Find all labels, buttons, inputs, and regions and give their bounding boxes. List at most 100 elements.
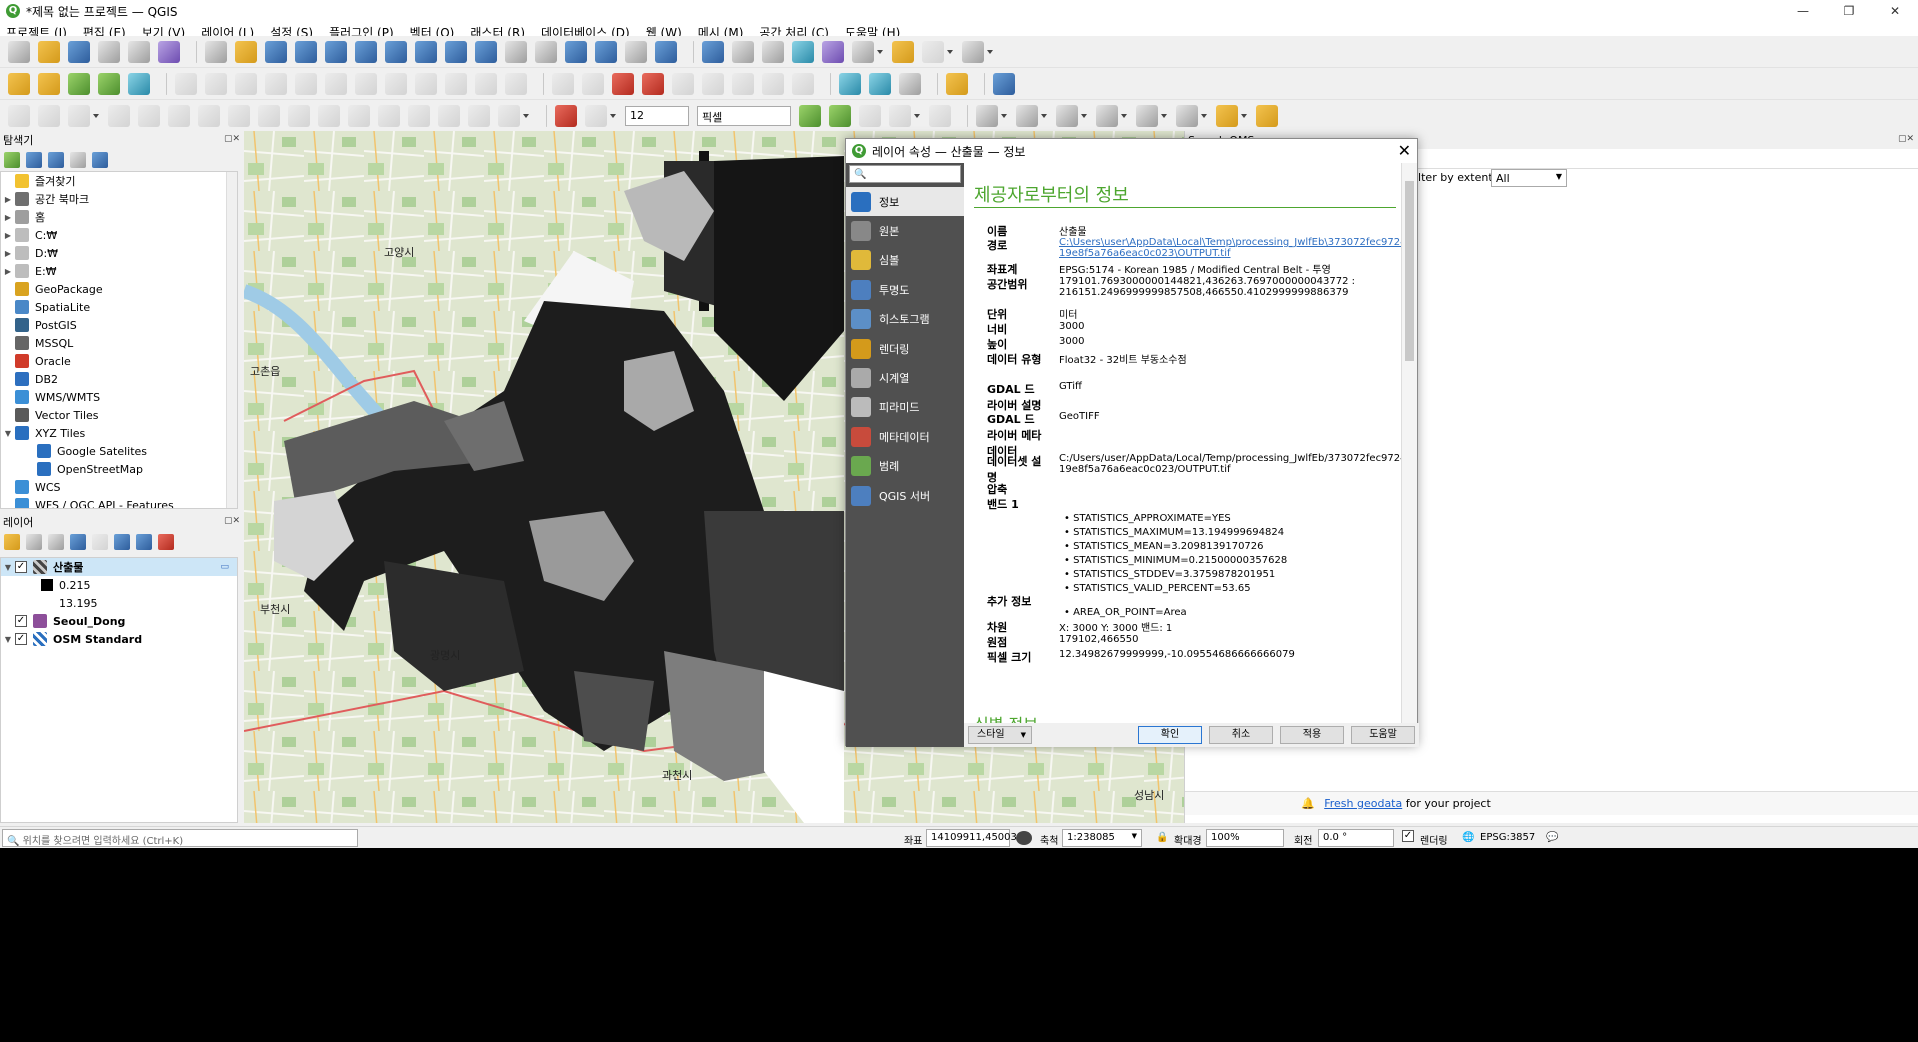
save-project-icon[interactable] — [68, 40, 90, 63]
browser-item[interactable]: MSSQL — [1, 334, 237, 352]
dialog-search-input[interactable]: 🔍 — [849, 165, 961, 183]
delete-part-icon[interactable] — [288, 104, 310, 127]
merge-features-icon[interactable] — [438, 104, 460, 127]
layer-tree[interactable]: ▼ ✓ 산출물 ▭ 0.215 13.195 ✓ Seoul_Dong ▼ ✓ … — [0, 557, 238, 823]
chevron-down-icon[interactable] — [986, 41, 994, 63]
zoom-layer-icon[interactable] — [385, 40, 407, 63]
new-map-view-icon[interactable] — [505, 40, 527, 63]
chevron-down-icon[interactable] — [946, 41, 954, 63]
layer-row-output[interactable]: ▼ ✓ 산출물 ▭ — [1, 558, 237, 576]
data-source-manager-icon[interactable] — [8, 72, 30, 95]
chevron-right-icon[interactable]: ▶ — [1, 249, 15, 258]
chevron-down-icon[interactable] — [1120, 105, 1128, 127]
snapping-magnet-icon[interactable] — [555, 104, 577, 127]
select-all-icon[interactable] — [1096, 104, 1118, 127]
python-console-icon[interactable] — [946, 72, 968, 95]
panel-float-close-icon[interactable]: ▢✕ — [224, 134, 240, 144]
dialog-tab[interactable]: 범례 — [846, 452, 964, 481]
manage-map-themes-icon[interactable] — [48, 534, 64, 550]
topological-editing-icon[interactable] — [799, 104, 821, 127]
new-spatialite-layer-icon[interactable] — [98, 72, 120, 95]
print-layout-icon[interactable] — [98, 40, 120, 63]
panel-float-close-icon[interactable]: ▢✕ — [1898, 134, 1914, 144]
select-features-icon[interactable] — [1216, 104, 1238, 127]
new-3d-view-icon[interactable] — [535, 40, 557, 63]
offset-curve-icon[interactable] — [348, 104, 370, 127]
advanced-digitizing-icon[interactable] — [929, 104, 951, 127]
chevron-down-icon[interactable] — [92, 105, 100, 127]
fresh-geodata-link[interactable]: Fresh geodata — [1324, 797, 1402, 810]
style-button[interactable]: 스타일 ▼ — [968, 726, 1032, 744]
open-attribute-table-icon[interactable] — [732, 40, 754, 63]
filter-expression-icon[interactable] — [92, 534, 108, 550]
close-button[interactable]: ✕ — [1872, 0, 1918, 22]
dialog-tab[interactable]: 렌더링 — [846, 334, 964, 363]
browser-item[interactable]: Oracle — [1, 352, 237, 370]
merge-attributes-icon[interactable] — [468, 104, 490, 127]
new-geopackage-layer-icon[interactable] — [38, 72, 60, 95]
digitize-curve-icon[interactable] — [38, 104, 60, 127]
style-manager-icon[interactable] — [158, 40, 180, 63]
simplify-icon[interactable] — [138, 104, 160, 127]
label-rotate-icon[interactable] — [702, 72, 724, 95]
dialog-tab[interactable]: QGIS 서버 — [846, 481, 964, 510]
open-layer-styling-icon[interactable] — [4, 534, 20, 550]
apply-button[interactable]: 적용 — [1280, 726, 1344, 744]
chevron-down-icon[interactable]: ▼ — [1, 429, 15, 438]
filter-extent-select[interactable]: All ▼ — [1491, 169, 1567, 187]
path-link[interactable]: C:\Users\user\AppData\Local\Temp\process… — [1059, 237, 1401, 259]
browser-item[interactable]: GeoPackage — [1, 280, 237, 298]
rotate-symbols-icon[interactable] — [498, 104, 520, 127]
browser-item[interactable]: ▼ XYZ Tiles — [1, 424, 237, 442]
select-by-area-icon[interactable] — [976, 104, 998, 127]
delete-ring-icon[interactable] — [258, 104, 280, 127]
temporal-controller-icon[interactable] — [625, 40, 647, 63]
zoom-last-icon[interactable] — [445, 40, 467, 63]
locator-search-input[interactable]: 🔍 위치를 찾으려면 입력하세요 (Ctrl+K) — [2, 829, 358, 847]
select-by-location-icon[interactable] — [1056, 104, 1078, 127]
layer-visibility-checkbox[interactable]: ✓ — [15, 615, 27, 627]
binoculars-icon[interactable] — [899, 72, 921, 95]
add-selected-layers-icon[interactable] — [4, 152, 20, 168]
refresh-icon[interactable] — [26, 152, 42, 168]
self-snapping-icon[interactable] — [859, 104, 881, 127]
dialog-tab[interactable]: 정보 — [846, 187, 964, 217]
delete-selected-icon[interactable] — [355, 72, 377, 95]
new-bookmark-icon[interactable] — [565, 40, 587, 63]
chevron-down-icon[interactable] — [609, 105, 617, 127]
chevron-down-icon[interactable] — [913, 105, 921, 127]
chevron-right-icon[interactable]: ▶ — [1, 213, 15, 222]
help-question-icon[interactable] — [993, 72, 1015, 95]
chevron-down-icon[interactable]: ▼ — [1, 635, 15, 644]
filter-legend-icon[interactable] — [70, 534, 86, 550]
chevron-down-icon[interactable] — [1200, 105, 1208, 127]
statistics-sigma-icon[interactable] — [822, 40, 844, 63]
pan-hand-icon[interactable] — [205, 40, 227, 63]
zoom-native-icon[interactable] — [415, 40, 437, 63]
coordinate-field[interactable]: 14109911,4500355 — [926, 829, 1030, 847]
current-edits-icon[interactable] — [175, 72, 197, 95]
collapse-all-icon[interactable] — [136, 534, 152, 550]
label-abc-icon[interactable] — [612, 72, 634, 95]
chevron-down-icon[interactable] — [1160, 105, 1168, 127]
add-feature-icon[interactable] — [265, 72, 287, 95]
label-toolbar-icon[interactable] — [552, 72, 574, 95]
redo-icon[interactable] — [505, 72, 527, 95]
dialog-tab[interactable]: 메타데이터 — [846, 422, 964, 451]
filter-icon[interactable] — [48, 152, 64, 168]
layer-row-seoul-dong[interactable]: ✓ Seoul_Dong — [1, 612, 237, 630]
save-edits-icon[interactable] — [235, 72, 257, 95]
browser-item[interactable]: WMS/WMTS — [1, 388, 237, 406]
map-tips-icon[interactable] — [892, 40, 914, 63]
chevron-down-icon[interactable] — [1080, 105, 1088, 127]
browser-scrollbar[interactable] — [226, 172, 237, 508]
toolbox-gear-icon[interactable] — [792, 40, 814, 63]
label-move-icon[interactable] — [672, 72, 694, 95]
properties-info-icon[interactable] — [92, 152, 108, 168]
remove-layer-icon[interactable] — [158, 534, 174, 550]
fill-ring-icon[interactable] — [228, 104, 250, 127]
browser-item[interactable]: ▶ D:₩ — [1, 244, 237, 262]
zoom-next-icon[interactable] — [475, 40, 497, 63]
crs-button[interactable]: EPSG:3857 — [1480, 832, 1535, 843]
chevron-down-icon[interactable] — [1240, 105, 1248, 127]
